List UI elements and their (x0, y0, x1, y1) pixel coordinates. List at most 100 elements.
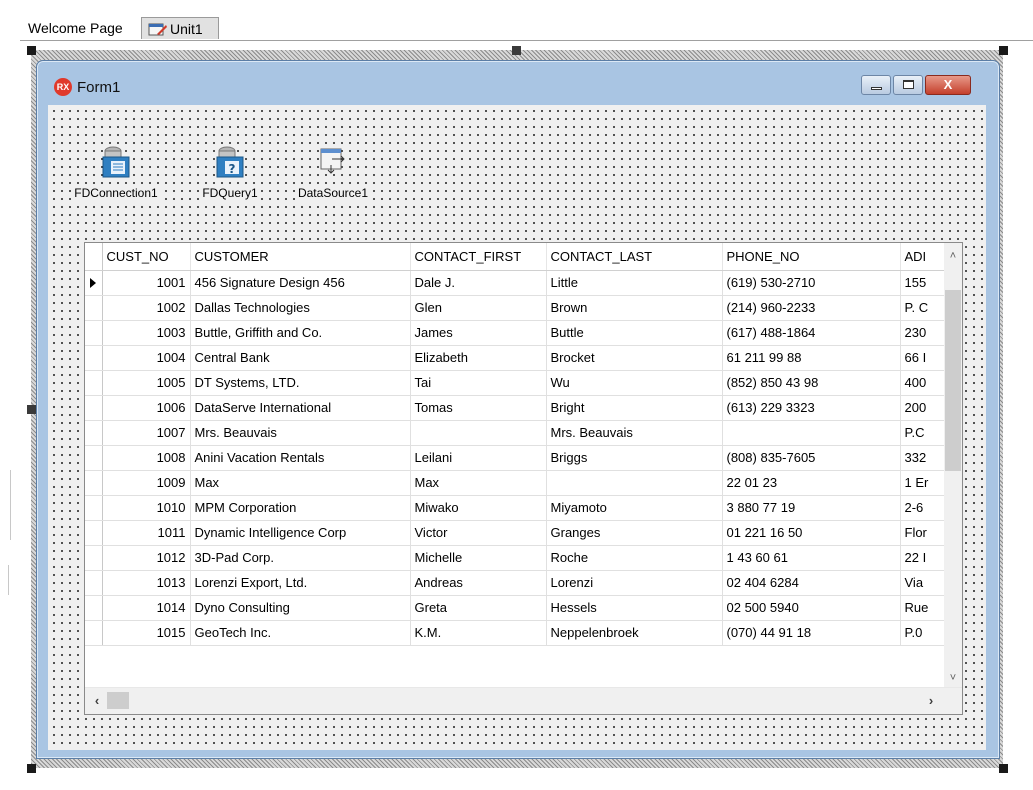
component-fdquery1[interactable]: ? FDQuery1 (185, 145, 275, 200)
column-header[interactable]: CONTACT_LAST (546, 243, 723, 271)
form-title-bar[interactable]: RX Form1 X (37, 61, 999, 111)
table-row[interactable]: 1010 MPM Corporation Miwako Miyamoto 3 880 7… (85, 495, 953, 521)
grid-cell[interactable]: Tai (410, 370, 547, 396)
grid-cell[interactable]: (617) 488-1864 (722, 320, 901, 346)
resize-handle-top-left[interactable] (27, 46, 36, 55)
grid-cell[interactable]: Miwako (410, 495, 547, 521)
component-fdconnection1[interactable]: FDConnection1 (71, 145, 161, 200)
grid-cell[interactable]: 1 43 60 61 (722, 545, 901, 571)
table-row[interactable]: 1003 Buttle, Griffith and Co. James Buttle(… (85, 320, 953, 346)
grid-cell[interactable]: Granges (546, 520, 723, 546)
grid-cell[interactable]: DT Systems, LTD. (190, 370, 411, 396)
vertical-scrollbar[interactable]: ˄ ˅ (944, 243, 962, 688)
grid-cell[interactable]: Hessels (546, 595, 723, 621)
grid-cell[interactable]: Greta (410, 595, 547, 621)
grid-cell[interactable]: (613) 229 3323 (722, 395, 901, 421)
grid-cell[interactable] (546, 470, 723, 496)
grid-cell[interactable]: Neppelenbroek (546, 620, 723, 646)
grid-cell[interactable]: (070) 44 91 18 (722, 620, 901, 646)
grid-cell[interactable]: Michelle (410, 545, 547, 571)
form-client-area[interactable]: FDConnection1 ? FDQuery1 DataSource1 CUS… (48, 105, 986, 750)
grid-cell[interactable]: Brocket (546, 345, 723, 371)
scroll-left-icon[interactable]: ‹ (88, 692, 106, 710)
resize-handle-left[interactable] (27, 405, 36, 414)
resize-handle-bottom-left[interactable] (27, 764, 36, 773)
column-header[interactable]: CUSTOMER (190, 243, 411, 271)
table-row[interactable]: 1015 GeoTech Inc. K.M. Neppelenbroek (070) 4… (85, 620, 953, 646)
scroll-up-icon[interactable]: ˄ (944, 247, 962, 265)
grid-cell[interactable]: Max (190, 470, 411, 496)
minimize-button[interactable] (861, 75, 891, 95)
column-header[interactable]: CONTACT_FIRST (410, 243, 547, 271)
grid-cell[interactable]: 1010 (102, 495, 191, 521)
resize-handle-top[interactable] (512, 46, 521, 55)
grid-cell[interactable]: 1001 (102, 270, 191, 296)
grid-cell[interactable]: GeoTech Inc. (190, 620, 411, 646)
grid-cell[interactable]: Victor (410, 520, 547, 546)
grid-cell[interactable]: Wu (546, 370, 723, 396)
horizontal-scrollbar[interactable]: ‹ › (85, 687, 962, 714)
grid-cell[interactable]: Anini Vacation Rentals (190, 445, 411, 471)
grid-cell[interactable]: Brown (546, 295, 723, 321)
grid-cell[interactable]: K.M. (410, 620, 547, 646)
grid-cell[interactable]: 1009 (102, 470, 191, 496)
column-header[interactable]: CUST_NO (102, 243, 191, 271)
resize-handle-bottom-right[interactable] (999, 764, 1008, 773)
row-indicator[interactable] (85, 395, 103, 421)
component-datasource1[interactable]: DataSource1 (288, 145, 378, 200)
grid-cell[interactable]: Lorenzi Export, Ltd. (190, 570, 411, 596)
grid-cell[interactable]: Dallas Technologies (190, 295, 411, 321)
grid-cell[interactable]: (808) 835-7605 (722, 445, 901, 471)
grid-cell[interactable]: 02 500 5940 (722, 595, 901, 621)
resize-handle-top-right[interactable] (999, 46, 1008, 55)
row-indicator[interactable] (85, 370, 103, 396)
grid-cell[interactable]: James (410, 320, 547, 346)
grid-cell[interactable]: 1011 (102, 520, 191, 546)
row-indicator[interactable] (85, 420, 103, 446)
grid-cell[interactable]: Leilani (410, 445, 547, 471)
table-row[interactable]: 1014 Dyno Consulting Greta Hessels 02 500 59… (85, 595, 953, 621)
grid-cell[interactable]: DataServe International (190, 395, 411, 421)
table-row[interactable]: 1006 DataServe International Tomas Bright (6… (85, 395, 953, 421)
scroll-right-icon[interactable]: › (922, 692, 940, 710)
db-grid[interactable]: CUST_NO CUSTOMER CONTACT_FIRST CONTACT_L… (84, 242, 963, 715)
grid-cell[interactable]: 02 404 6284 (722, 570, 901, 596)
tab-unit1[interactable]: Unit1 (141, 17, 219, 39)
table-row[interactable]: 1007 Mrs. Beauvais Mrs. Beauvais P.C (85, 420, 953, 446)
grid-cell[interactable]: Roche (546, 545, 723, 571)
grid-cell[interactable]: (852) 850 43 98 (722, 370, 901, 396)
table-row[interactable]: 1005 DT Systems, LTD. Tai Wu (852) 850 43 98… (85, 370, 953, 396)
table-row[interactable]: 1011 Dynamic Intelligence Corp Victor Grang… (85, 520, 953, 546)
grid-cell[interactable]: Elizabeth (410, 345, 547, 371)
grid-cell[interactable]: Dynamic Intelligence Corp (190, 520, 411, 546)
grid-cell[interactable]: 1005 (102, 370, 191, 396)
grid-cell[interactable]: Glen (410, 295, 547, 321)
row-indicator[interactable] (85, 270, 103, 296)
grid-cell[interactable]: Miyamoto (546, 495, 723, 521)
form-window[interactable]: RX Form1 X FDConnection1 ? FDQuery1 Data… (36, 60, 1000, 759)
row-indicator[interactable] (85, 320, 103, 346)
grid-cell[interactable]: 1014 (102, 595, 191, 621)
grid-cell[interactable]: 61 211 99 88 (722, 345, 901, 371)
grid-cell[interactable]: 1003 (102, 320, 191, 346)
grid-cell[interactable]: Buttle, Griffith and Co. (190, 320, 411, 346)
grid-cell[interactable]: 01 221 16 50 (722, 520, 901, 546)
grid-cell[interactable]: Andreas (410, 570, 547, 596)
grid-cell[interactable]: 1015 (102, 620, 191, 646)
grid-cell[interactable]: Little (546, 270, 723, 296)
grid-cell[interactable]: Mrs. Beauvais (190, 420, 411, 446)
row-indicator[interactable] (85, 620, 103, 646)
grid-cell[interactable]: (619) 530-2710 (722, 270, 901, 296)
row-indicator[interactable] (85, 520, 103, 546)
grid-cell[interactable]: 1002 (102, 295, 191, 321)
grid-cell[interactable]: Mrs. Beauvais (546, 420, 723, 446)
row-indicator[interactable] (85, 345, 103, 371)
grid-cell[interactable] (410, 420, 547, 446)
grid-cell[interactable]: 1004 (102, 345, 191, 371)
row-indicator[interactable] (85, 445, 103, 471)
horizontal-scroll-thumb[interactable] (107, 692, 129, 709)
table-row[interactable]: 1008 Anini Vacation Rentals Leilani Briggs(… (85, 445, 953, 471)
grid-cell[interactable]: Central Bank (190, 345, 411, 371)
table-row[interactable]: 1012 3D-Pad Corp. Michelle Roche 1 43 60 61 2… (85, 545, 953, 571)
tab-welcome-page[interactable]: Welcome Page (26, 17, 125, 39)
